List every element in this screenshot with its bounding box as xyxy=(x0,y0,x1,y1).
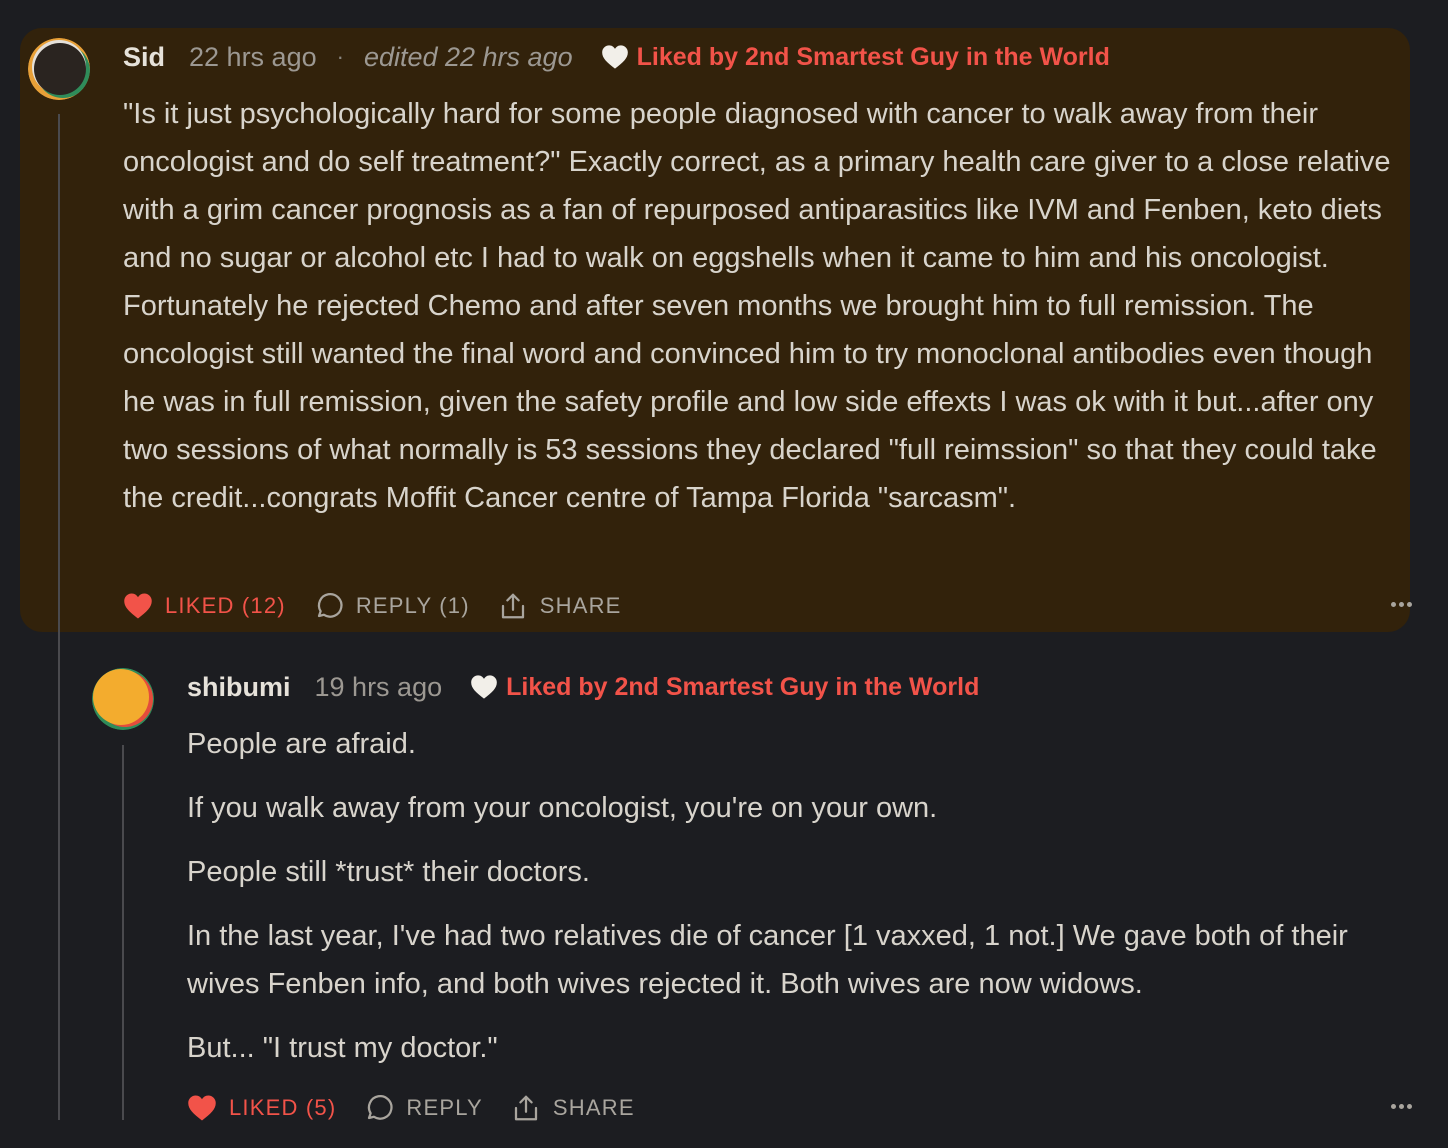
comment-timestamp[interactable]: 22 hrs ago xyxy=(189,42,317,73)
share-icon xyxy=(514,1095,538,1121)
comment-author[interactable]: shibumi xyxy=(187,672,291,703)
more-options-icon[interactable] xyxy=(1391,602,1412,607)
liked-by-author-badge: Liked by 2nd Smartest Guy in the World xyxy=(470,673,979,702)
like-button[interactable]: LIKED (5) xyxy=(187,1094,336,1122)
reply-count-label: REPLY (1) xyxy=(355,593,470,618)
like-count-label: LIKED (12) xyxy=(165,593,286,618)
comment-actions: LIKED (5) REPLY SHARE xyxy=(187,1090,663,1126)
liked-by-author-badge: Liked by 2nd Smartest Guy in the World xyxy=(601,43,1110,72)
edited-label: edited 22 hrs ago xyxy=(363,41,573,72)
avatar[interactable] xyxy=(92,668,154,730)
like-count-label: LIKED (5) xyxy=(229,1095,337,1120)
comment-thread: Sid 22 hrs ago · edited 22 hrs ago Liked… xyxy=(0,0,1448,1148)
comment-paragraph: But... "I trust my doctor." xyxy=(187,1032,498,1064)
avatar[interactable] xyxy=(28,38,90,100)
comment-paragraph: In the last year, I've had two relatives… xyxy=(187,920,1348,1000)
comment-text: "Is it just psychologically hard for som… xyxy=(123,98,1391,514)
like-button[interactable]: LIKED (12) xyxy=(123,592,286,620)
meta-separator: · xyxy=(336,44,344,69)
comment-body: People are afraid. If you walk away from… xyxy=(187,720,1427,1072)
thread-line xyxy=(122,745,124,1120)
comment-author[interactable]: Sid xyxy=(123,42,165,73)
comment-bubble-icon xyxy=(368,1095,393,1120)
comment-paragraph: If you walk away from your oncologist, y… xyxy=(187,792,938,824)
heart-icon xyxy=(471,675,497,699)
reply-button[interactable]: REPLY (1) xyxy=(314,591,470,621)
liked-by-label: Liked by 2nd Smartest Guy in the World xyxy=(506,672,980,701)
comment-header: shibumi 19 hrs ago Liked by 2nd Smartest… xyxy=(187,670,979,704)
more-options-icon[interactable] xyxy=(1391,1104,1412,1109)
comment-paragraph: People are afraid. xyxy=(187,728,416,760)
comment-timestamp[interactable]: 19 hrs ago xyxy=(315,672,443,703)
liked-by-label: Liked by 2nd Smartest Guy in the World xyxy=(636,42,1110,71)
share-icon xyxy=(501,593,524,619)
reply-label: REPLY xyxy=(406,1095,483,1120)
heart-icon xyxy=(188,1095,216,1121)
thread-line xyxy=(58,114,60,1120)
heart-icon xyxy=(601,45,628,69)
comment-actions: LIKED (12) REPLY (1) SHARE xyxy=(123,588,650,624)
share-label: SHARE xyxy=(539,593,622,618)
comment-body: "Is it just psychologically hard for som… xyxy=(123,90,1408,522)
comment-paragraph: People still *trust* their doctors. xyxy=(187,856,590,888)
share-button[interactable]: SHARE xyxy=(498,591,622,621)
heart-icon xyxy=(124,593,152,619)
comment-bubble-icon xyxy=(317,593,343,618)
comment-header: Sid 22 hrs ago · edited 22 hrs ago Liked… xyxy=(123,40,1110,74)
reply-button[interactable]: REPLY xyxy=(364,1093,483,1123)
share-button[interactable]: SHARE xyxy=(511,1093,635,1123)
share-label: SHARE xyxy=(552,1095,635,1120)
